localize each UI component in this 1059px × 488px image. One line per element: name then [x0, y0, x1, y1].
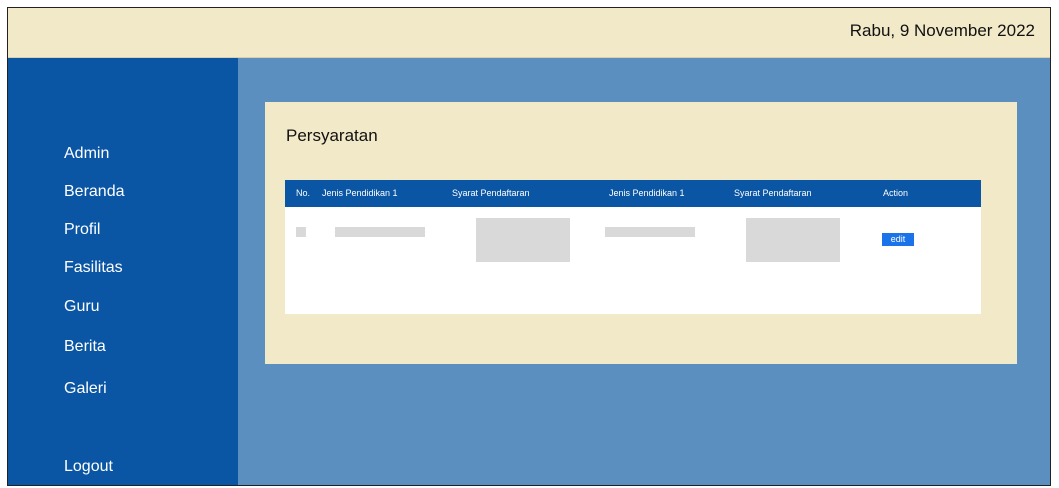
current-date: Rabu, 9 November 2022 — [849, 21, 1035, 40]
sidebar-item-guru[interactable]: Guru — [64, 298, 100, 316]
sidebar-item-admin[interactable]: Admin — [64, 145, 109, 163]
logout-link[interactable]: Logout — [64, 458, 113, 476]
sidebar-item-fasilitas[interactable]: Fasilitas — [64, 259, 123, 277]
table-header: No. Jenis Pendidikan 1 Syarat Pendaftara… — [285, 180, 981, 207]
edit-button[interactable]: edit — [882, 233, 914, 246]
column-header-jenis-pendidikan: Jenis Pendidikan 1 — [322, 188, 398, 198]
top-bar: Rabu, 9 November 2022 — [8, 8, 1050, 58]
column-header-syarat-pendaftaran-2: Syarat Pendaftaran — [734, 188, 812, 198]
placeholder-syarat-pendaftaran — [476, 218, 570, 262]
sidebar-item-beranda[interactable]: Beranda — [64, 183, 125, 201]
sidebar-item-galeri[interactable]: Galeri — [64, 380, 107, 398]
column-header-action: Action — [883, 188, 909, 198]
sidebar-item-berita[interactable]: Berita — [64, 338, 106, 356]
main-content: Persyaratan No. Jenis Pendidikan 1 Syara… — [238, 58, 1050, 485]
requirements-card: Persyaratan No. Jenis Pendidikan 1 Syara… — [265, 102, 1017, 364]
placeholder-no — [296, 227, 306, 237]
column-header-no: No. — [296, 188, 311, 198]
requirements-table: No. Jenis Pendidikan 1 Syarat Pendaftara… — [285, 180, 981, 314]
placeholder-syarat-pendaftaran-2 — [746, 218, 840, 262]
sidebar: Admin Beranda Profil Fasilitas Guru Beri… — [8, 58, 238, 485]
column-header-syarat-pendaftaran: Syarat Pendaftaran — [452, 188, 530, 198]
column-header-jenis-pendidikan-2: Jenis Pendidikan 1 — [609, 188, 685, 198]
placeholder-jenis-pendidikan — [335, 227, 425, 237]
sidebar-item-profil[interactable]: Profil — [64, 221, 100, 239]
app-window: Rabu, 9 November 2022 Admin Beranda Prof… — [7, 7, 1051, 486]
page-title: Persyaratan — [286, 126, 378, 145]
placeholder-jenis-pendidikan-2 — [605, 227, 695, 237]
